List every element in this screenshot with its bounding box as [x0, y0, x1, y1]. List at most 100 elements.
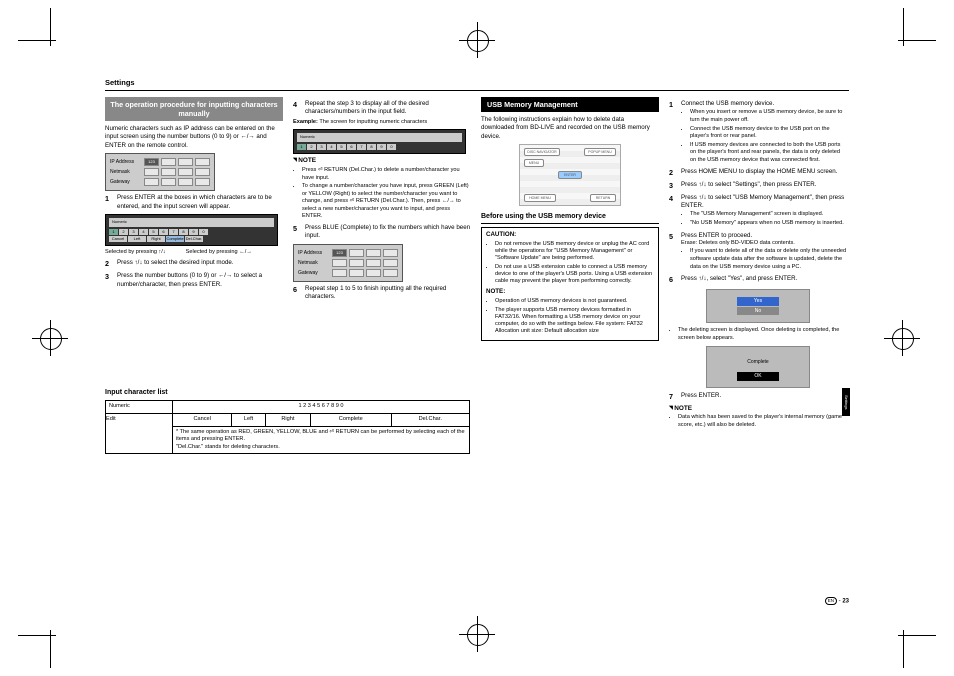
crop-mark	[50, 630, 51, 668]
kb-mode: Numeric	[109, 218, 274, 227]
input-char-table: Numeric 1 2 3 4 5 6 7 8 9 0 Edit Cancel …	[105, 400, 470, 454]
step-plain: Erase: Deletes only BD-VIDEO data conten…	[681, 240, 847, 248]
keyboard-figure: Numeric 1 2 3 4 5 6 7 8 9 0	[293, 129, 466, 154]
table-cell: Edit	[106, 413, 173, 453]
kb-mode: Numeric	[297, 133, 462, 142]
kb-key: 3	[317, 144, 326, 150]
registration-mark	[467, 624, 489, 646]
kb-key: 1	[297, 144, 306, 150]
note-heading: NOTE	[669, 405, 847, 414]
page-number: 23	[842, 599, 849, 605]
kb-key: 3	[129, 229, 138, 235]
note-item: Press ⏎ RETURN (Del.Char.) to delete a n…	[302, 167, 471, 182]
table-cell: Numeric	[106, 401, 173, 414]
select-note: Selected by pressing ↑/↓	[105, 249, 166, 257]
table-cell: Right	[265, 413, 310, 426]
remote-btn: HOME MENU	[524, 194, 556, 202]
ip-cell	[178, 168, 193, 176]
step-text: Press ENTER to proceed.	[681, 232, 752, 239]
caution-box: CAUTION: Do not remove the USB memory de…	[481, 227, 659, 341]
ip-cell	[349, 269, 364, 277]
confirm-figure: Yes No	[706, 289, 810, 324]
substep: If USB memory devices are connected to b…	[690, 142, 847, 165]
ip-cell	[144, 168, 159, 176]
registration-mark	[892, 328, 914, 350]
step-text: Repeat the step 3 to display all of the …	[305, 100, 471, 117]
ip-entry-figure: IP Address 123 Netmask Gateway	[105, 153, 215, 191]
remote-btn: RETURN	[590, 194, 616, 202]
caution-item: Do not remove the USB memory device or u…	[495, 241, 654, 263]
subsection-title: The operation procedure for inputting ch…	[105, 97, 283, 121]
page-content: Settings The operation procedure for inp…	[105, 78, 849, 606]
footer-sep: -	[839, 599, 841, 605]
remote-btn: POPUP MENU	[584, 148, 616, 156]
section-title: USB Memory Management	[481, 97, 659, 112]
ip-cell	[161, 158, 176, 166]
intro-text: Numeric characters such as IP address ca…	[105, 125, 283, 150]
substep: If you want to delete all of the data or…	[690, 248, 847, 271]
dialog-text: Complete	[713, 359, 803, 366]
ip-cell	[332, 269, 347, 277]
remote-btn: DISC NAVIGATOR	[524, 148, 560, 156]
ip-cell	[161, 168, 176, 176]
remote-figure: DISC NAVIGATOR POPUP MENU MENU ENTER HOM…	[519, 144, 621, 206]
ip-row-label: Netmask	[110, 169, 142, 175]
kb-key: 4	[139, 229, 148, 235]
substep: The "USB Memory Management" screen is di…	[690, 211, 847, 219]
ip-cell: 123	[332, 249, 347, 257]
ip-cell	[144, 178, 159, 186]
column-3: USB Memory Management The following inst…	[481, 97, 659, 430]
kb-key: 7	[357, 144, 366, 150]
registration-mark	[40, 328, 62, 350]
lang-badge: EN	[825, 597, 837, 605]
step-number: 2	[669, 168, 677, 178]
ip-cell	[195, 168, 210, 176]
kb-key: Left	[128, 236, 146, 242]
kb-key: 5	[337, 144, 346, 150]
registration-mark	[467, 30, 489, 52]
step-text: Press ENTER.	[681, 392, 847, 402]
ip-row-label: Gateway	[298, 270, 330, 276]
note-heading: NOTE	[293, 157, 471, 166]
table-cell: Del.Char.	[391, 413, 470, 426]
table-note: * The same operation as RED, GREEN, YELL…	[173, 426, 470, 454]
step-number: 3	[669, 181, 677, 191]
column-1: The operation procedure for inputting ch…	[105, 97, 283, 430]
complete-figure: Complete OK	[706, 346, 810, 388]
step-number: 1	[669, 100, 677, 165]
ip-cell	[349, 259, 364, 267]
ip-cell	[383, 249, 398, 257]
step-text: Press ↑/↓ to select "Settings", then pre…	[681, 181, 847, 191]
ip-cell	[366, 269, 381, 277]
kb-key: 9	[377, 144, 386, 150]
ip-row-label: IP Address	[110, 159, 142, 165]
kb-key: 2	[119, 229, 128, 235]
column-2: 4 Repeat the step 3 to display all of the…	[293, 97, 471, 430]
caution-item: Do not use a USB extension cable to conn…	[495, 264, 654, 286]
kb-key: Complete	[166, 236, 184, 242]
table-cell: Complete	[311, 413, 391, 426]
kb-key: 4	[327, 144, 336, 150]
input-char-section: Input character list Numeric 1 2 3 4 5 6…	[105, 388, 470, 457]
ip-row-label: Netmask	[298, 260, 330, 266]
table-cell: Left	[232, 413, 265, 426]
step-text: Repeat step 1 to 5 to finish inputting a…	[305, 285, 471, 302]
crop-mark	[903, 8, 904, 46]
kb-key: 0	[199, 229, 208, 235]
kb-key: 7	[169, 229, 178, 235]
select-note: Selected by pressing ←/→	[186, 249, 252, 257]
ip-cell	[349, 249, 364, 257]
ip-cell	[195, 178, 210, 186]
kb-key: 8	[179, 229, 188, 235]
info-text: The deleting screen is displayed. Once d…	[678, 327, 847, 342]
keyboard-figure: Numeric 1 2 3 4 5 6 7 8 9 0 Cancel Left …	[105, 214, 278, 246]
step-text: Connect the USB memory device.	[681, 100, 774, 107]
section-header: Settings	[105, 78, 849, 91]
step-text: Press the number buttons (0 to 9) or ←/→…	[117, 272, 283, 289]
ip-cell	[195, 158, 210, 166]
ip-cell	[161, 178, 176, 186]
ip-cell	[178, 178, 193, 186]
ip-cell	[332, 259, 347, 267]
step-number: 6	[669, 275, 677, 285]
step-text: Press ↑/↓ to select "USB Memory Manageme…	[681, 194, 844, 209]
